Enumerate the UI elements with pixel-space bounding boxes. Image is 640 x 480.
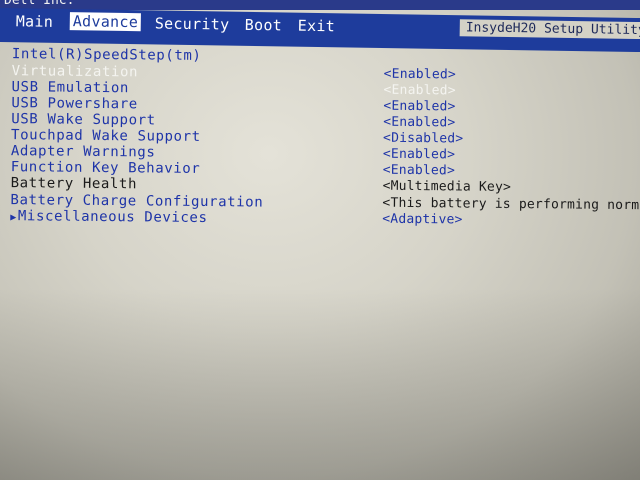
setup-utility-title: InsydeH20 Setup Utility	[459, 19, 640, 40]
setting-label: Intel(R)SpeedStep(tm)	[11, 46, 202, 64]
setting-label: USB Powershare	[11, 95, 138, 113]
setting-value[interactable]: <Enabled>	[383, 163, 455, 179]
tab-advance[interactable]: Advance	[69, 12, 142, 32]
setting-label: USB Emulation	[11, 79, 129, 97]
setting-label: Miscellaneous Devices	[17, 208, 208, 226]
setting-value: <This battery is performing norma	[382, 195, 640, 214]
setting-value[interactable]: <Enabled>	[383, 115, 455, 131]
submenu-arrow-icon: ▶	[10, 212, 17, 224]
setting-value[interactable]: <Adaptive>	[382, 212, 462, 228]
setting-label: USB Wake Support	[11, 111, 156, 129]
setting-label: Battery Health	[10, 175, 138, 193]
vendor-label: Dell Inc.	[4, 0, 75, 8]
vendor-strip	[0, 0, 640, 10]
bios-screen: Dell Inc. Main Advance Security Boot Exi…	[0, 0, 640, 480]
setting-value[interactable]: <Enabled>	[383, 99, 455, 115]
setting-label: Touchpad Wake Support	[11, 127, 201, 145]
setting-value[interactable]: <Multimedia Key>	[383, 179, 512, 195]
submenu-label: ▶Miscellaneous Devices	[10, 208, 207, 226]
setting-value[interactable]: <Enabled>	[383, 83, 455, 99]
settings-panel: Intel(R)SpeedStep(tm) Virtualization <En…	[0, 40, 640, 246]
tab-main[interactable]: Main	[16, 12, 54, 31]
setting-label: Adapter Warnings	[10, 143, 156, 161]
setting-value[interactable]: <Enabled>	[384, 67, 456, 83]
tab-boot[interactable]: Boot	[245, 16, 283, 35]
tab-exit[interactable]: Exit	[298, 17, 336, 36]
tab-security[interactable]: Security	[155, 14, 230, 33]
setting-value[interactable]: <Disabled>	[383, 131, 463, 147]
setting-value[interactable]: <Enabled>	[383, 147, 455, 163]
setting-label: Virtualization	[11, 63, 139, 81]
setting-label: Function Key Behavior	[10, 159, 201, 177]
